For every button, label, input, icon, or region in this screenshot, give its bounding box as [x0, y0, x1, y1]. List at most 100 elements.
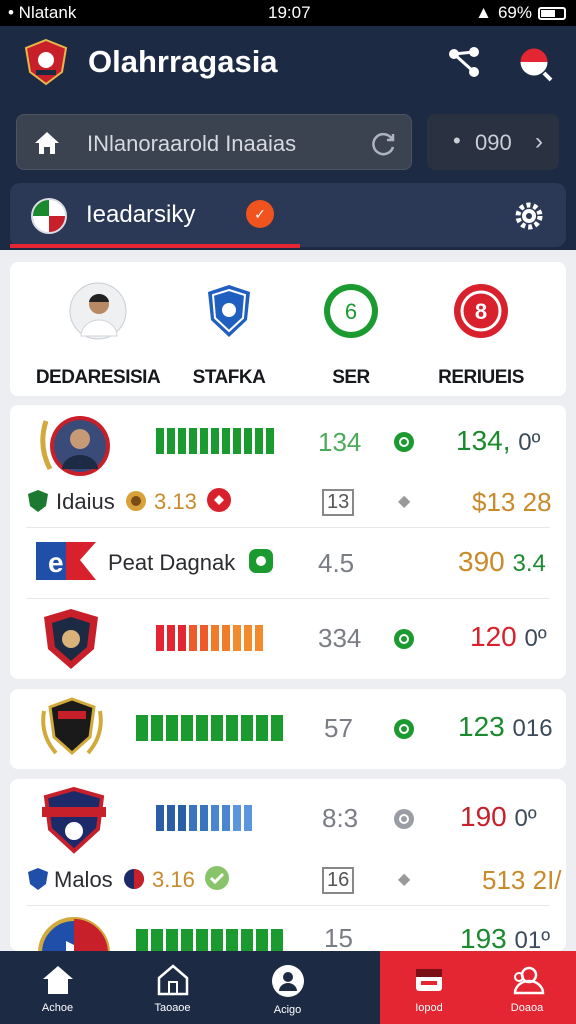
team-selector[interactable]: Ieadarsiky ✓	[10, 183, 566, 247]
check-badge-icon: ✓	[246, 200, 274, 228]
category-club[interactable]: STAFKA	[161, 282, 297, 389]
category-label: STAFKA	[192, 367, 266, 388]
category-results[interactable]: 8 RERIUEIS	[413, 282, 549, 389]
club-crest-icon	[24, 38, 68, 86]
battery-icon	[538, 6, 566, 20]
progress-bar	[156, 428, 274, 454]
search-icon[interactable]	[514, 44, 554, 84]
nav-item-home[interactable]: Achoe	[0, 951, 115, 1024]
status-dot-icon	[394, 629, 414, 649]
nav-item-people[interactable]: Doaoa	[478, 951, 576, 1024]
row-score: 193 01º	[460, 923, 550, 951]
row-score: 390 3.4	[458, 546, 546, 577]
player-avatar-icon	[69, 282, 127, 340]
red-badge-icon	[207, 488, 231, 512]
svg-text:6: 6	[345, 299, 357, 324]
search-text: INlanoraarold Inaaias	[87, 131, 297, 156]
club-crest-icon	[41, 697, 103, 756]
category-ser[interactable]: 6 SER	[283, 282, 419, 389]
diamond-icon: ◆	[398, 871, 411, 888]
team-badge-icon	[28, 490, 48, 512]
tag-box: 13	[322, 489, 355, 516]
svg-text:8: 8	[475, 299, 487, 324]
row-price: 513 2I/	[482, 865, 562, 895]
people-icon	[513, 966, 545, 995]
table-row[interactable]: e Peat Dagnak 4.5 390 3.4	[10, 528, 566, 598]
counter-button[interactable]: • 090 ›	[427, 114, 559, 170]
table-row[interactable]: 8:3 190 0º Malos 3.16 16 ◆ 513 2I/	[10, 779, 566, 903]
clock: 19:07	[268, 3, 311, 22]
nav-label: Iopod	[415, 1002, 443, 1014]
row-count: 334	[318, 623, 362, 653]
match-card: 8:3 190 0º Malos 3.16 16 ◆ 513 2I/ 15 19…	[10, 779, 566, 951]
club-crest-icon	[38, 917, 110, 951]
status-dot-icon	[394, 432, 414, 452]
battery-percent: 69%	[497, 3, 532, 22]
row-score: 190 0º	[460, 801, 537, 832]
row-score: 120 0º	[470, 621, 547, 652]
carrier-label: • Nlatank	[8, 3, 77, 22]
green-badge-icon	[205, 866, 229, 890]
svg-text:e: e	[48, 547, 64, 578]
row-score: 123 016	[458, 711, 553, 742]
nav-item-teams[interactable]: Taoaoe	[115, 951, 230, 1024]
table-row[interactable]: 334 120 0º	[10, 599, 566, 679]
team-ball-icon	[124, 869, 144, 889]
match-card: 57 123 016	[10, 689, 566, 769]
row-count: 134	[318, 427, 362, 457]
nav-item-calendar[interactable]: Iopod	[380, 951, 478, 1024]
home-icon	[42, 966, 73, 994]
player-avatar-icon	[40, 416, 110, 476]
club-crest-icon	[44, 609, 98, 669]
row-count: 8:3	[322, 803, 359, 833]
category-label: SER	[332, 367, 370, 388]
nav-item-profile[interactable]: Acigo	[230, 951, 345, 1024]
progress-bar	[156, 805, 252, 831]
progress-bar	[136, 715, 283, 741]
nav-label: Doaoa	[510, 1002, 544, 1014]
share-icon[interactable]	[446, 44, 482, 80]
profile-icon	[271, 965, 304, 997]
club-shield-icon	[208, 285, 250, 337]
table-row[interactable]: 57 123 016	[10, 689, 566, 769]
refresh-icon[interactable]	[371, 131, 397, 157]
row-count: 15	[324, 923, 353, 951]
tag-box: 16	[322, 867, 355, 894]
club-crest-icon	[42, 786, 106, 854]
brand-logo-icon: e	[36, 542, 96, 580]
app-title: Olahrragasia	[88, 44, 278, 79]
active-tab-indicator	[10, 244, 300, 248]
category-label: RERIUEIS	[438, 367, 524, 388]
row-name: Malos	[54, 867, 113, 892]
gear-icon[interactable]	[512, 199, 546, 233]
category-players[interactable]: DEDARESISIA	[30, 282, 166, 389]
row-name: Peat Dagnak	[108, 550, 236, 575]
table-row[interactable]: 15 193 01º	[10, 907, 566, 951]
row-price: $13 28	[472, 487, 552, 517]
home-icon[interactable]	[33, 129, 61, 157]
progress-bar	[136, 929, 283, 951]
row-sub: 3.13	[154, 489, 197, 514]
team-logo-icon	[31, 198, 67, 234]
row-count: 4.5	[318, 548, 355, 578]
status-bar: • Nlatank 19:07 ▲ 69%	[0, 0, 576, 26]
nav-label: Taoaoe	[154, 1002, 191, 1014]
match-card: 134 134, 0º Idaius 3.13 13 ◆ $13 28 e Pe…	[10, 405, 566, 679]
category-label: DEDARESISIA	[35, 367, 161, 388]
bottom-nav: Achoe Taoaoe Acigo Iopod Doaoa	[0, 951, 576, 1024]
table-row[interactable]: 134 134, 0º Idaius 3.13 13 ◆ $13 28	[10, 405, 566, 527]
red-circle-icon: 8	[454, 284, 508, 338]
row-score: 134, 0º	[456, 425, 541, 456]
category-card: DEDARESISIA STAFKA 6 SER 8 RERIUEIS	[10, 262, 566, 396]
house-outline-icon	[157, 964, 188, 996]
green-circle-icon: 6	[324, 284, 378, 338]
progress-bar	[156, 625, 263, 651]
diamond-icon: ◆	[398, 493, 411, 510]
row-name: Idaius	[56, 489, 115, 514]
coin-icon	[126, 491, 146, 511]
team-name: Ieadarsiky	[86, 201, 196, 228]
row-count: 57	[324, 713, 353, 743]
calendar-card-icon	[416, 969, 442, 991]
signal-icon: ▲	[475, 3, 492, 22]
search-input[interactable]: INlanoraarold Inaaias	[16, 114, 412, 170]
